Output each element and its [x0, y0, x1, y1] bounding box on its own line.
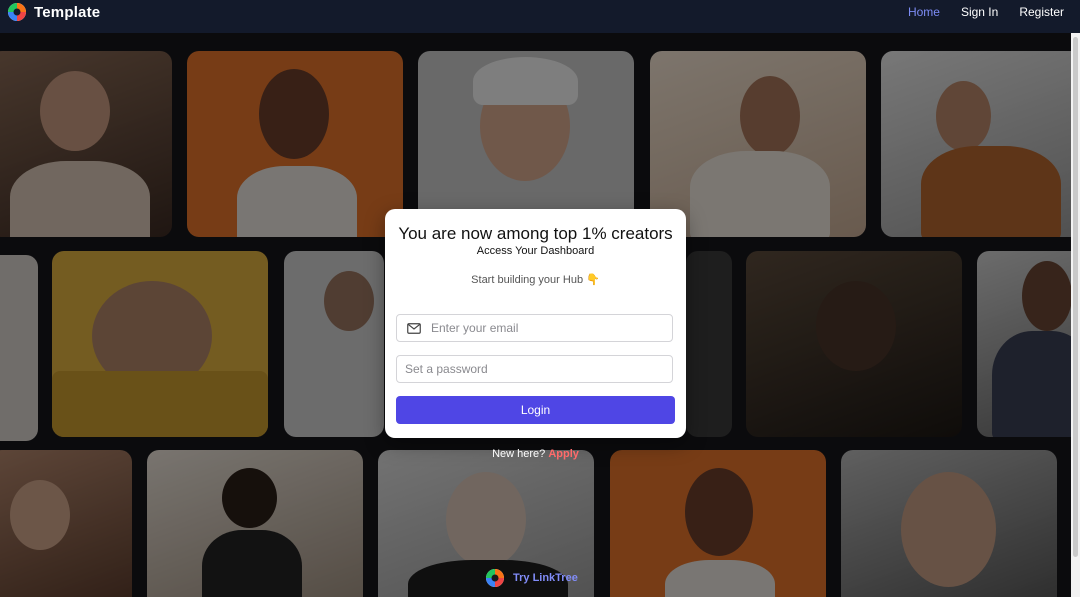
creator-photo: [686, 251, 732, 437]
password-input[interactable]: [397, 355, 672, 383]
password-field[interactable]: [396, 355, 673, 383]
card-subtitle: Access Your Dashboard: [476, 245, 595, 257]
scrollbar-thumb[interactable]: [1073, 37, 1078, 557]
creator-photo: [881, 51, 1080, 237]
creator-photo: [284, 251, 384, 437]
card-title: You are now among top 1% creators: [398, 224, 673, 243]
top-navbar: Template Home Sign In Register: [0, 0, 1080, 33]
new-here-text: New here?: [492, 448, 546, 460]
email-field[interactable]: [396, 314, 673, 342]
brand[interactable]: Template: [7, 2, 100, 22]
nav-home-link[interactable]: Home: [908, 5, 940, 19]
page-scrollbar[interactable]: [1071, 33, 1080, 597]
creator-photo: [147, 450, 363, 597]
card-hint: Start building your Hub 👇: [471, 274, 600, 286]
login-card: You are now among top 1% creators Access…: [385, 209, 686, 438]
logo-icon: [486, 569, 504, 587]
creator-photo: [977, 251, 1080, 437]
try-linktree[interactable]: Try LinkTree: [485, 568, 578, 588]
login-button[interactable]: Login: [396, 396, 675, 424]
signup-prompt: New here? Apply: [0, 448, 1071, 460]
creator-photo: [52, 251, 268, 437]
creator-photo: [650, 51, 866, 237]
creator-photo: [610, 450, 826, 597]
creator-photo: [0, 450, 132, 597]
email-input[interactable]: [421, 314, 672, 342]
creator-photo: [841, 450, 1057, 597]
brand-name: Template: [34, 3, 101, 21]
creator-photo: [746, 251, 962, 437]
logo-icon: [8, 3, 26, 21]
creator-photo: [0, 51, 172, 237]
mail-icon: [407, 322, 421, 334]
apply-link[interactable]: Apply: [548, 448, 579, 460]
nav-links: Home Sign In Register: [908, 0, 1064, 24]
nav-register-link[interactable]: Register: [1019, 5, 1064, 19]
try-linktree-link[interactable]: Try LinkTree: [513, 572, 578, 584]
nav-signin-link[interactable]: Sign In: [961, 5, 998, 19]
creator-photo: [0, 255, 38, 441]
creator-photo: [187, 51, 403, 237]
